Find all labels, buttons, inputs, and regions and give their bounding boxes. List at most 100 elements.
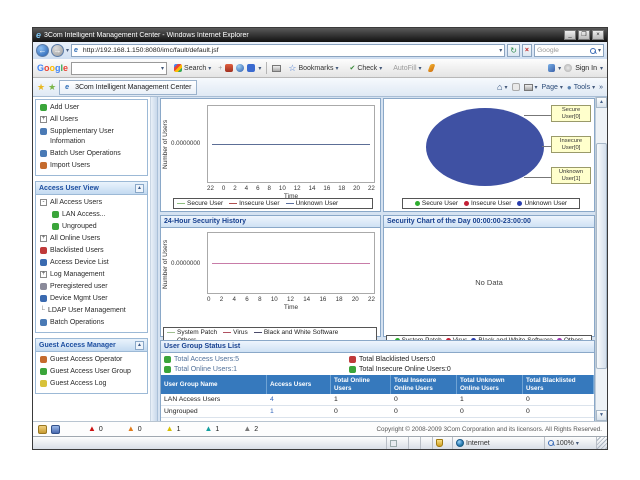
zoom-pane[interactable]: 100%▾ [545,437,597,449]
item-label[interactable]: Access Device List [50,258,109,268]
alarm-user-icon[interactable] [38,425,47,434]
section-header-guest-access-manager[interactable]: Guest Access Manager ▲ [36,339,147,352]
search-input[interactable]: Google ▾ [534,44,604,57]
page-button[interactable]: Page▾ [542,84,563,91]
sidebar-item[interactable]: Blacklisted Users [36,245,147,257]
item-label[interactable]: Guest Access Log [50,379,106,389]
page-dropdown-icon[interactable]: ▾ [560,84,563,91]
sidebar-item[interactable]: Guest Access Operator [36,354,147,366]
stop-button[interactable]: × [522,44,532,57]
toolbar-plus-icon[interactable]: + [218,65,222,72]
scrollbar-thumb[interactable] [596,143,607,369]
refresh-button[interactable]: ↻ [507,44,520,57]
column-header[interactable]: Total Unknown Online Users [457,375,523,394]
minimize-button[interactable]: _ [564,30,576,40]
expander-icon[interactable]: + [40,271,47,278]
table-row[interactable]: Ungrouped 1 0 0 0 0 [161,406,594,418]
history-dropdown-icon[interactable]: ▾ [66,47,69,54]
alarm-hand-icon[interactable] [51,425,60,434]
sidebar-item[interactable]: Import Users [36,160,147,172]
item-label[interactable]: All Access Users [50,198,102,208]
sidebar-item[interactable]: Batch User Operations [36,148,147,160]
forward-button[interactable]: → [51,44,64,57]
url-text[interactable]: http://192.168.1.150:8080/imc/fault/defa… [83,47,497,54]
collapse-icon[interactable]: ▲ [135,184,144,193]
feeds-icon[interactable] [512,83,520,91]
item-label[interactable]: Ungrouped [62,222,97,232]
signin-label[interactable]: Sign In [575,65,597,72]
google-search-input[interactable]: ▾ [71,62,167,75]
sidebar-item[interactable]: + Log Management [36,269,147,281]
scroll-down-icon[interactable]: ▼ [596,410,607,421]
alarm-severity-counter[interactable]: ▲1 [204,425,219,433]
print-button[interactable]: ▾ [524,84,538,91]
table-row[interactable]: LAN Access Users 4 1 0 1 0 [161,394,594,406]
item-label[interactable]: Add User [50,103,79,113]
google-search-button[interactable]: Search ▾ [170,62,215,74]
sidebar-item[interactable]: Device Mgmt User [36,293,147,305]
maximize-button[interactable]: ❐ [578,30,590,40]
sidebar-item[interactable]: Preregistered user [36,281,147,293]
home-button[interactable]: ⌂▾ [497,82,507,92]
sidebar-item[interactable]: Guest Access Log [36,378,147,390]
autofill-button[interactable]: AutoFill ▾ [389,63,425,74]
signin-dropdown-icon[interactable]: ▾ [600,65,603,72]
toolbar-overflow-icon[interactable]: » [599,84,603,91]
item-label[interactable]: Device Mgmt User [50,294,108,304]
sidebar-item[interactable]: Batch Operations [36,317,147,329]
highlighter-icon[interactable] [427,64,435,72]
sidebar-item[interactable]: Supplementary User Information [36,126,147,148]
check-dropdown-icon[interactable]: ▾ [379,65,382,72]
add-gadget-icon[interactable] [247,64,255,72]
item-label[interactable]: Log Management [50,270,104,280]
scrollbar-track[interactable] [596,108,607,410]
item-label[interactable]: Preregistered user [50,282,108,292]
column-header[interactable]: Total Online Users [331,375,391,394]
favorites-star-icon[interactable]: ★ [37,82,45,93]
wrench-icon[interactable] [548,64,555,72]
autofill-dropdown-icon[interactable]: ▾ [419,65,422,72]
column-header[interactable]: Access Users [267,375,331,394]
column-header[interactable]: Total Blacklisted Users [523,375,594,394]
alarm-severity-counter[interactable]: ▲0 [88,425,103,433]
alarm-severity-counter[interactable]: ▲0 [127,425,142,433]
check-button[interactable]: ✔ Check ▾ [345,62,386,74]
section-header-access-user-view[interactable]: Access User View ▲ [36,182,147,195]
cell-access-users[interactable]: 1 [267,406,331,418]
column-header[interactable]: User Group Name [161,375,267,394]
item-label[interactable]: Guest Access User Group [50,367,131,377]
cell-access-users[interactable]: 4 [267,394,331,406]
url-field[interactable]: e http://192.168.1.150:8080/imc/fault/de… [71,44,505,57]
tab-3com-imc[interactable]: e 3Com Intelligent Management Center [59,80,197,95]
sidebar-item[interactable]: Add User [36,102,147,114]
google-search-dropdown-icon[interactable]: ▾ [161,65,164,72]
item-label[interactable]: Batch User Operations [50,149,121,159]
item-label[interactable]: Import Users [50,161,90,171]
close-button[interactable]: × [592,30,604,40]
item-label[interactable]: Batch Operations [50,318,104,328]
home-dropdown-icon[interactable]: ▾ [504,84,507,91]
item-label[interactable]: All Users [50,115,78,125]
alarm-severity-counter[interactable]: ▲1 [166,425,181,433]
add-favorite-icon[interactable]: ★ [48,82,56,93]
sidebar-item[interactable]: └ LDAP User Management [36,305,147,317]
item-label[interactable]: Blacklisted Users [50,246,104,256]
expander-icon[interactable]: + [40,235,47,242]
print-dropdown-icon[interactable]: ▾ [535,84,538,91]
sendto-icon[interactable] [272,65,281,72]
settings-dropdown-icon[interactable]: ▾ [558,65,561,72]
item-label[interactable]: Supplementary User Information [50,127,145,147]
translate-globe-icon[interactable] [236,64,244,72]
item-label[interactable]: Guest Access Operator [50,355,122,365]
item-label[interactable]: LAN Access... [62,210,106,220]
spellcheck-icon[interactable] [225,64,233,72]
alarm-severity-counter[interactable]: ▲2 [243,425,258,433]
sidebar-item[interactable]: + All Users [36,114,147,126]
search-options-dropdown-icon[interactable]: ▾ [208,65,211,72]
vertical-scrollbar[interactable]: ▲ ▼ [595,97,607,421]
expander-icon[interactable]: + [40,116,47,123]
sidebar-splitter[interactable] [151,97,158,421]
resize-grip[interactable] [597,437,607,449]
tools-button[interactable]: ●Tools▾ [567,83,595,92]
bookmarks-button[interactable]: ☆ Bookmarks ▾ [284,61,342,76]
